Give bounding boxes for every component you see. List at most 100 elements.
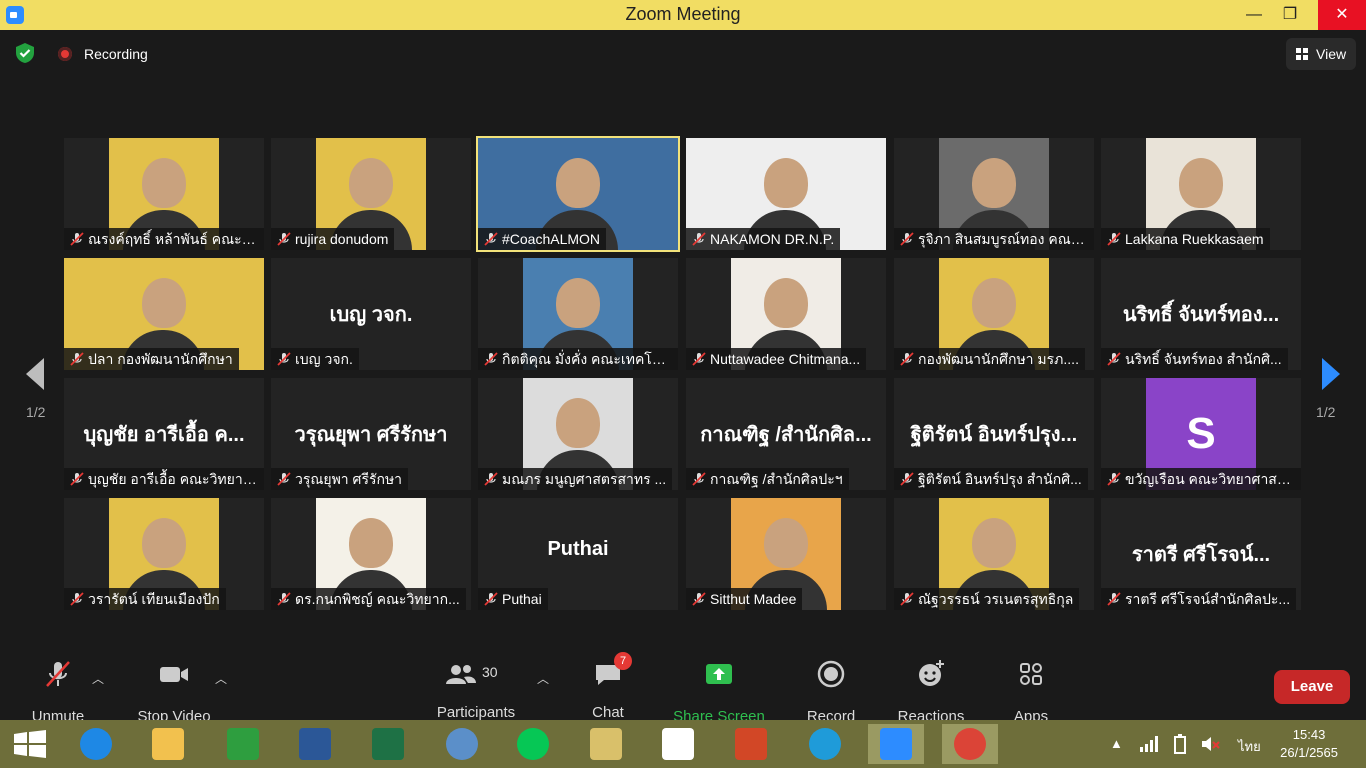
network-signal-icon[interactable] bbox=[1140, 736, 1158, 752]
next-page-arrow-icon[interactable] bbox=[1320, 356, 1344, 392]
previous-page-arrow-icon[interactable] bbox=[22, 356, 46, 392]
participant-tile[interactable]: กาณฑิฐ /สำนักศิล... กาณฑิฐ /สำนักศิลปะฯ bbox=[686, 378, 886, 490]
participant-name-tag: ดร.กนกพิชญ์ คณะวิทยาก... bbox=[271, 588, 466, 610]
participant-name: Lakkana Ruekkasaem bbox=[1125, 231, 1264, 247]
share-screen-button[interactable]: Share Screen bbox=[670, 658, 768, 725]
participant-name-tag: กองพัฒนานักศึกษา มรภ.... bbox=[894, 348, 1085, 370]
taskbar-app-button[interactable] bbox=[360, 724, 416, 764]
taskbar-app-button[interactable] bbox=[505, 724, 561, 764]
view-button[interactable]: View bbox=[1286, 38, 1356, 70]
taskbar-app-button[interactable] bbox=[434, 724, 490, 764]
word-icon bbox=[299, 728, 331, 760]
muted-mic-icon bbox=[70, 592, 84, 606]
stop-video-button[interactable]: Stop Video bbox=[130, 658, 218, 725]
participants-button[interactable]: 30 Participants bbox=[430, 658, 522, 721]
participant-name-tag: กาณฑิฐ /สำนักศิลปะฯ bbox=[686, 468, 849, 490]
participant-name: เบญ วจก. bbox=[295, 351, 353, 367]
participant-display-name: เบญ วจก. bbox=[329, 304, 413, 326]
input-language[interactable]: ไทย bbox=[1238, 736, 1261, 757]
unmute-button[interactable]: Unmute bbox=[22, 658, 94, 725]
muted-mic-icon bbox=[692, 232, 706, 246]
participant-tile[interactable]: เบญ วจก. เบญ วจก. bbox=[271, 258, 471, 370]
participant-tile[interactable]: นริทธิ์ จันทร์ทอง... นริทธิ์ จันทร์ทอง สำ… bbox=[1101, 258, 1301, 370]
taskbar-clock[interactable]: 15:43 26/1/2565 bbox=[1280, 726, 1338, 762]
participant-tile[interactable]: กองพัฒนานักศึกษา มรภ.... bbox=[894, 258, 1094, 370]
participant-name: NAKAMON DR.N.P. bbox=[710, 231, 835, 247]
participant-tile[interactable]: บุญชัย อารีเอื้อ ค... บุญชัย อารีเอื้อ คณ… bbox=[64, 378, 264, 490]
taskbar-app-button[interactable] bbox=[797, 724, 853, 764]
participants-options-caret-icon[interactable]: ︿ bbox=[537, 670, 549, 687]
participant-display-name: กาณฑิฐ /สำนักศิล... bbox=[700, 424, 872, 446]
record-button[interactable]: Record bbox=[800, 658, 862, 725]
participant-tile[interactable]: รุจิภา สินสมบูรณ์ทอง คณะ... bbox=[894, 138, 1094, 250]
participant-name: วรุณยุพา ศรีรักษา bbox=[295, 471, 403, 487]
participant-tile[interactable]: มณภร มนูญศาสตรสาทร ... bbox=[478, 378, 678, 490]
participant-tile[interactable]: S ขวัญเรือน คณะวิทยาศาสต... bbox=[1101, 378, 1301, 490]
leave-button[interactable]: Leave bbox=[1274, 670, 1350, 704]
participant-head bbox=[556, 398, 600, 448]
clock-date: 26/1/2565 bbox=[1280, 745, 1338, 760]
audio-options-caret-icon[interactable]: ︿ bbox=[92, 670, 104, 687]
participant-tile[interactable]: Sitthut Madee bbox=[686, 498, 886, 610]
taskbar-app-button[interactable] bbox=[942, 724, 998, 764]
participant-head bbox=[764, 158, 808, 208]
participant-name: วรารัตน์ เทียนเมืองปัก bbox=[88, 591, 220, 607]
participant-tile[interactable]: #CoachALMON bbox=[476, 136, 680, 252]
participant-name: ปลา กองพัฒนานักศึกษา bbox=[88, 351, 233, 367]
taskbar-app-button[interactable] bbox=[287, 724, 343, 764]
participant-name-tag: NAKAMON DR.N.P. bbox=[686, 228, 841, 250]
taskbar-app-button[interactable] bbox=[868, 724, 924, 764]
participant-head bbox=[142, 518, 186, 568]
participant-tile[interactable]: ดร.กนกพิชญ์ คณะวิทยาก... bbox=[271, 498, 471, 610]
participant-tile[interactable]: วรารัตน์ เทียนเมืองปัก bbox=[64, 498, 264, 610]
participant-head bbox=[556, 278, 600, 328]
windows-start-icon[interactable] bbox=[14, 730, 46, 758]
participant-tile[interactable]: Lakkana Ruekkasaem bbox=[1101, 138, 1301, 250]
taskbar-app-button[interactable] bbox=[650, 724, 706, 764]
taskbar-app-button[interactable] bbox=[68, 724, 124, 764]
muted-mic-icon bbox=[692, 352, 706, 366]
security-shield-icon[interactable] bbox=[14, 42, 36, 64]
page-indicator-right: 1/2 bbox=[1316, 404, 1336, 420]
participant-tile[interactable]: Nuttawadee Chitmana... bbox=[686, 258, 886, 370]
video-options-caret-icon[interactable]: ︿ bbox=[215, 670, 227, 687]
participant-tile[interactable]: ณัฐวรรธน์ วรเนตรสุทธิกุล bbox=[894, 498, 1094, 610]
recording-label: Recording bbox=[84, 46, 148, 62]
muted-mic-icon bbox=[484, 232, 498, 246]
participant-head bbox=[764, 518, 808, 568]
participant-tile[interactable]: ราตรี ศรีโรจน์... ราตรี ศรีโรจน์สำนักศิลป… bbox=[1101, 498, 1301, 610]
taskbar-app-button[interactable] bbox=[723, 724, 779, 764]
page-indicator-left: 1/2 bbox=[26, 404, 46, 420]
apps-button[interactable]: Apps bbox=[1008, 658, 1054, 725]
participant-tile[interactable]: rujira donudom bbox=[271, 138, 471, 250]
line-icon bbox=[517, 728, 549, 760]
reactions-button[interactable]: Reactions bbox=[894, 658, 968, 725]
participant-tile[interactable]: วรุณยุพา ศรีรักษา วรุณยุพา ศรีรักษา bbox=[271, 378, 471, 490]
tray-expand-icon[interactable]: ▲ bbox=[1110, 736, 1123, 751]
close-button[interactable]: ✕ bbox=[1318, 0, 1366, 30]
taskbar-app-button[interactable] bbox=[215, 724, 271, 764]
volume-muted-icon[interactable] bbox=[1200, 734, 1220, 754]
participant-name: #CoachALMON bbox=[502, 231, 601, 247]
store-icon bbox=[227, 728, 259, 760]
battery-icon[interactable] bbox=[1172, 734, 1188, 754]
muted-mic-icon bbox=[277, 472, 291, 486]
participant-tile[interactable]: กิตติคุณ มั่งคั่ง คณะเทคโนโ... bbox=[478, 258, 678, 370]
muted-mic-icon bbox=[900, 472, 914, 486]
participant-display-name: Puthai bbox=[547, 538, 609, 560]
muted-mic-icon bbox=[70, 352, 84, 366]
maximize-button[interactable]: ❐ bbox=[1268, 0, 1312, 30]
window-titlebar: Zoom Meeting — ❐ ✕ bbox=[0, 0, 1366, 30]
taskbar-app-button[interactable] bbox=[578, 724, 634, 764]
taskbar-app-button[interactable] bbox=[140, 724, 196, 764]
participant-name: Puthai bbox=[502, 591, 542, 607]
participant-tile[interactable]: ฐิติรัตน์ อินทร์ปรุง... ฐิติรัตน์ อินทร์ป… bbox=[894, 378, 1094, 490]
muted-mic-icon bbox=[277, 592, 291, 606]
participant-tile[interactable]: ณรงค์ฤทธิ์ หล้าพันธ์ คณะว... bbox=[64, 138, 264, 250]
participant-tile[interactable]: Puthai Puthai bbox=[478, 498, 678, 610]
chat-button[interactable]: 7 Chat bbox=[580, 652, 636, 721]
participant-tile[interactable]: ปลา กองพัฒนานักศึกษา bbox=[64, 258, 264, 370]
paint-icon bbox=[590, 728, 622, 760]
participant-tile[interactable]: NAKAMON DR.N.P. bbox=[686, 138, 886, 250]
participant-name-tag: วรุณยุพา ศรีรักษา bbox=[271, 468, 409, 490]
